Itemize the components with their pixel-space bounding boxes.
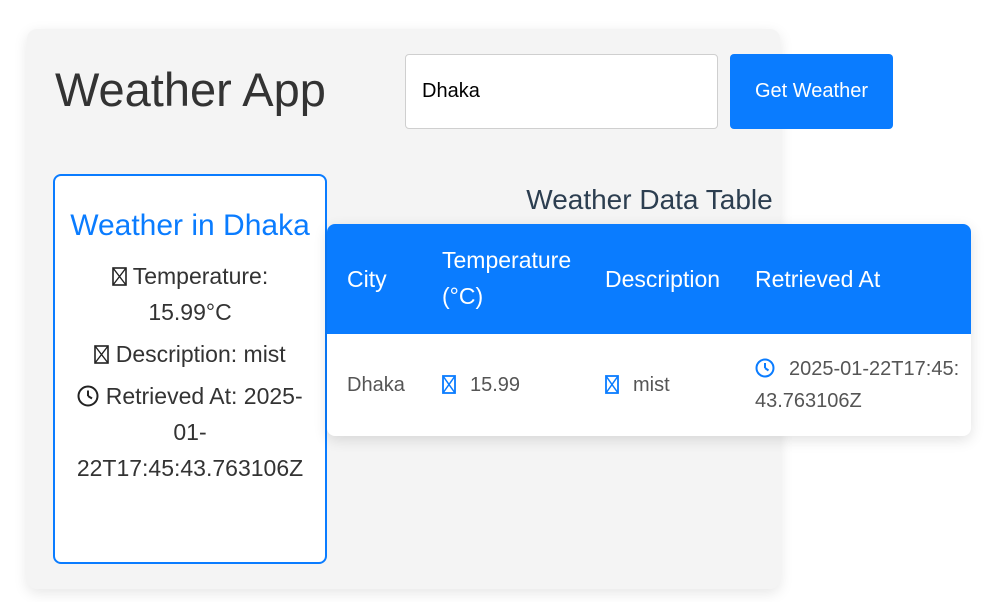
weather-card: Weather in Dhaka Temperature: 15.99°C De… xyxy=(53,174,327,564)
clock-icon xyxy=(77,385,99,407)
cell-description-value: mist xyxy=(633,374,670,396)
thermometer-icon xyxy=(111,267,127,286)
header-retrieved-at: Retrieved At xyxy=(755,266,881,292)
city-input[interactable] xyxy=(405,54,718,129)
cell-retrieved-at: 2025-01-22T17:45:43.763106Z xyxy=(755,353,965,417)
clock-icon xyxy=(755,358,775,378)
cloud-icon xyxy=(94,345,110,364)
card-retrieved-row: Retrieved At: 2025-01-22T17:45:43.763106… xyxy=(69,378,311,486)
weather-data-table: City Temperature (°C) Description Retrie… xyxy=(327,224,971,436)
table-header: City Temperature (°C) Description Retrie… xyxy=(327,224,971,334)
cloud-icon xyxy=(605,375,619,394)
cell-city: Dhaka xyxy=(347,374,405,396)
thermometer-icon xyxy=(442,375,456,394)
card-retrieved: Retrieved At: 2025-01-22T17:45:43.763106… xyxy=(76,383,304,481)
card-temperature-row: Temperature: 15.99°C xyxy=(69,258,311,330)
cell-temperature-value: 15.99 xyxy=(470,374,521,396)
header-city: City xyxy=(347,266,387,292)
card-heading: Weather in Dhaka xyxy=(70,209,310,242)
get-weather-button[interactable]: Get Weather xyxy=(730,54,893,129)
card-description: Description: mist xyxy=(115,341,286,367)
cell-description: mist xyxy=(605,369,670,401)
table-title: Weather Data Table xyxy=(526,184,773,215)
header-description: Description xyxy=(605,266,721,292)
cell-temperature: 15.99 xyxy=(442,369,520,401)
page-title: Weather App xyxy=(55,63,326,116)
card-temperature: Temperature: 15.99°C xyxy=(132,263,269,325)
card-description-row: Description: mist xyxy=(69,336,311,372)
cell-retrieved-value: 2025-01-22T17:45:43.763106Z xyxy=(755,358,960,412)
header-temperature: Temperature (°C) xyxy=(442,247,572,309)
